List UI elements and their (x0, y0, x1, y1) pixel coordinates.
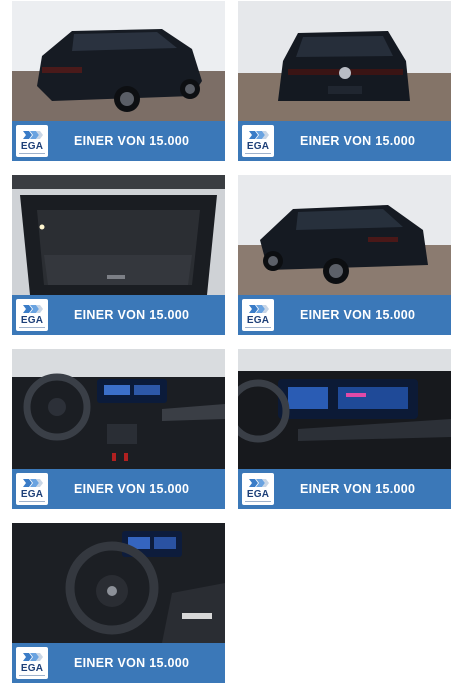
car-photo-side-rear (238, 175, 451, 295)
promo-banner: EGA EINER VON 15.000 (238, 295, 451, 335)
gallery-tile-6[interactable]: EGA EINER VON 15.000 (238, 349, 451, 509)
banner-text: EINER VON 15.000 (74, 308, 190, 322)
banner-text: EINER VON 15.000 (74, 134, 190, 148)
car-photo-steering-wheel (12, 523, 225, 643)
promo-banner: EGA EINER VON 15.000 (12, 643, 225, 683)
gallery-tile-2[interactable]: EGA EINER VON 15.000 (238, 1, 451, 161)
promo-banner: EGA EINER VON 15.000 (12, 121, 225, 161)
ega-logo: EGA (242, 299, 274, 331)
car-photo-trunk (12, 175, 225, 295)
gallery-tile-4[interactable]: EGA EINER VON 15.000 (238, 175, 451, 335)
banner-text: EINER VON 15.000 (74, 482, 190, 496)
car-photo-rear-three-quarter (12, 1, 225, 121)
gallery-tile-7[interactable]: EGA EINER VON 15.000 (12, 523, 225, 683)
banner-text: EINER VON 15.000 (300, 482, 416, 496)
ega-logo: EGA (242, 125, 274, 157)
banner-text: EINER VON 15.000 (300, 134, 416, 148)
banner-text: EINER VON 15.000 (300, 308, 416, 322)
car-photo-dashboard (12, 349, 225, 469)
car-photo-displays (238, 349, 451, 469)
car-photo-rear (238, 1, 451, 121)
ega-logo: EGA (16, 647, 48, 679)
ega-logo: EGA (16, 125, 48, 157)
gallery-tile-3[interactable]: EGA EINER VON 15.000 (12, 175, 225, 335)
promo-banner: EGA EINER VON 15.000 (12, 469, 225, 509)
gallery-tile-5[interactable]: EGA EINER VON 15.000 (12, 349, 225, 509)
photo-gallery: EGA EINER VON 15.000 EGA EINER VON 15.00… (0, 0, 452, 683)
promo-banner: EGA EINER VON 15.000 (238, 469, 451, 509)
ega-logo: EGA (16, 299, 48, 331)
promo-banner: EGA EINER VON 15.000 (12, 295, 225, 335)
promo-banner: EGA EINER VON 15.000 (238, 121, 451, 161)
ega-logo: EGA (16, 473, 48, 505)
banner-text: EINER VON 15.000 (74, 656, 190, 670)
gallery-tile-1[interactable]: EGA EINER VON 15.000 (12, 1, 225, 161)
ega-logo: EGA (242, 473, 274, 505)
